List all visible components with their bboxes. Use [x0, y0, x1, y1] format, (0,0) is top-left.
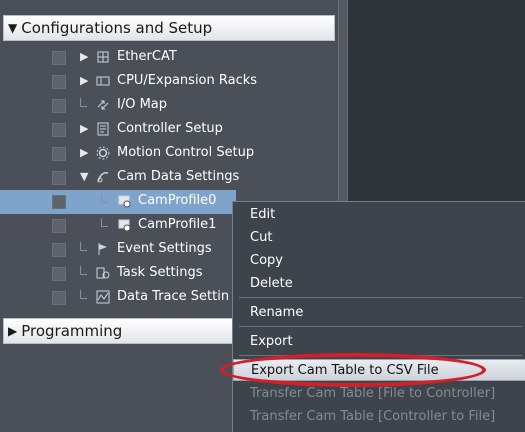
- tree-item-label: EtherCAT: [117, 49, 177, 64]
- checkbox-square-icon: [52, 267, 66, 281]
- cam-profile-icon: [118, 218, 132, 232]
- menu-item-transfer-controller-to-file: Transfer Cam Table [Controller to File]: [250, 408, 496, 424]
- expand-arrow-icon[interactable]: ▶: [80, 122, 88, 135]
- checkbox-square-icon: [52, 147, 66, 161]
- tree-item-ethercat[interactable]: ▶ EtherCAT: [0, 46, 338, 70]
- tree-connector: [101, 218, 108, 227]
- menu-item-delete[interactable]: Delete: [233, 272, 525, 294]
- expand-arrow-icon[interactable]: ▶: [80, 74, 88, 87]
- section-configurations-and-setup[interactable]: ▼ Configurations and Setup: [3, 15, 335, 41]
- menu-item-rename[interactable]: Rename: [233, 301, 525, 323]
- expanded-triangle-icon: ▼: [8, 21, 18, 35]
- cam-profile-icon: [118, 194, 132, 208]
- controller-icon: [96, 122, 110, 136]
- menu-item-edit[interactable]: Edit: [233, 203, 525, 225]
- menu-item-cut[interactable]: Cut: [233, 226, 525, 248]
- tree-item-cam-data-settings[interactable]: ▼ Cam Data Settings: [0, 166, 338, 190]
- section-label: Configurations and Setup: [21, 19, 213, 37]
- tree-connector: [80, 290, 87, 299]
- tree-item-label: Controller Setup: [117, 121, 223, 136]
- menu-item-transfer-file-to-controller: Transfer Cam Table [File to Controller]: [250, 385, 496, 401]
- tree-item-label: Data Trace Settin: [117, 289, 230, 304]
- tree-connector: [80, 98, 87, 107]
- tree-connector: [80, 242, 87, 251]
- tree-item-io-map[interactable]: I/O Map: [0, 94, 338, 118]
- flag-icon: [96, 242, 110, 256]
- collapse-arrow-icon[interactable]: ▼: [80, 170, 88, 183]
- checkbox-square-icon: [52, 171, 66, 185]
- checkbox-square-icon: [52, 291, 66, 305]
- tree-item-label: I/O Map: [117, 97, 168, 112]
- checkbox-square-icon: [52, 243, 66, 257]
- menu-separator: [239, 297, 522, 298]
- tree-item-label: Event Settings: [117, 241, 212, 256]
- tree-item-motion-control-setup[interactable]: ▶ Motion Control Setup: [0, 142, 338, 166]
- rack-icon: [96, 74, 110, 88]
- checkbox-square-icon: [52, 195, 66, 209]
- checkbox-square-icon: [52, 51, 66, 65]
- expand-arrow-icon[interactable]: ▶: [80, 50, 88, 63]
- section-label: Programming: [21, 322, 123, 340]
- checkbox-square-icon: [52, 75, 66, 89]
- tree-item-label: Cam Data Settings: [117, 169, 240, 184]
- tree-item-label: Task Settings: [117, 265, 203, 280]
- tree-item-camprofile0[interactable]: CamProfile0: [0, 190, 236, 214]
- cam-icon: [96, 170, 110, 184]
- tree-connector: [80, 266, 87, 275]
- tree-connector: [101, 194, 108, 203]
- ethercat-icon: [96, 50, 110, 64]
- gear-icon: [96, 146, 110, 160]
- tree-item-label: CamProfile0: [138, 193, 217, 208]
- checkbox-square-icon: [52, 123, 66, 137]
- checkbox-square-icon: [52, 219, 66, 233]
- io-map-icon: [96, 98, 110, 112]
- tree-item-controller-setup[interactable]: ▶ Controller Setup: [0, 118, 338, 142]
- tree-item-label: CPU/Expansion Racks: [117, 73, 258, 88]
- tree-item-cpu-expansion-racks[interactable]: ▶ CPU/Expansion Racks: [0, 70, 338, 94]
- menu-separator: [239, 326, 522, 327]
- collapsed-triangle-icon: ▶: [8, 324, 18, 338]
- tree-item-label: Motion Control Setup: [117, 145, 255, 160]
- tree-item-label: CamProfile1: [138, 217, 217, 232]
- menu-item-export-cam-table-csv[interactable]: Export Cam Table to CSV File: [233, 359, 525, 381]
- menu-item-export[interactable]: Export: [233, 330, 525, 352]
- checkbox-square-icon: [52, 99, 66, 113]
- menu-item-copy[interactable]: Copy: [233, 249, 525, 271]
- context-menu: Edit Cut Copy Delete Rename Export Expor…: [232, 201, 525, 432]
- menu-separator: [239, 355, 522, 356]
- task-icon: [96, 266, 110, 280]
- expand-arrow-icon[interactable]: ▶: [80, 146, 88, 159]
- trace-icon: [96, 290, 110, 304]
